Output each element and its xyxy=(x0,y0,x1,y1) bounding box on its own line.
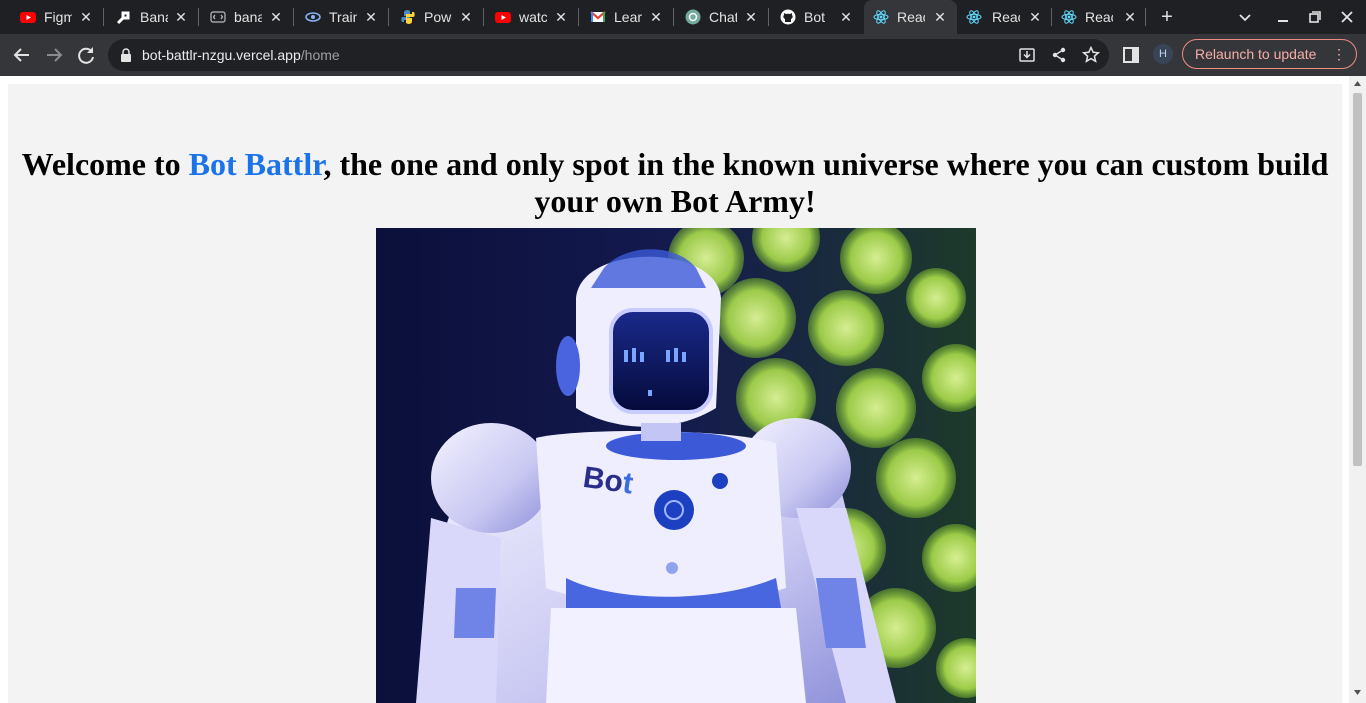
tab-search-chevron-icon[interactable] xyxy=(1234,6,1256,28)
react-icon xyxy=(1061,10,1077,24)
tab-title: Chat xyxy=(709,9,737,25)
url-host: bot-battlr-nzgu.vercel.app xyxy=(142,47,301,63)
side-panel-icon[interactable] xyxy=(1121,45,1141,65)
gmail-icon xyxy=(590,11,606,22)
bookmark-star-icon[interactable] xyxy=(1081,45,1101,65)
tab-strip: Figma ✕ Banana ✕ banana ✕ Train ✕ Power … xyxy=(0,0,1366,34)
relaunch-label: Relaunch to update xyxy=(1195,46,1317,62)
tab-banana[interactable]: Banana ✕ xyxy=(96,0,198,34)
scroll-up-arrow-icon[interactable] xyxy=(1353,79,1362,88)
banana-icon xyxy=(116,11,130,25)
close-tab-icon[interactable]: ✕ xyxy=(931,8,949,26)
react-icon xyxy=(966,10,982,24)
tab-bot[interactable]: Bot ✕ xyxy=(760,0,863,34)
close-tab-icon[interactable]: ✕ xyxy=(1026,8,1044,26)
tab-title: Learn xyxy=(614,9,642,25)
close-tab-icon[interactable]: ✕ xyxy=(552,8,570,26)
scroll-down-arrow-icon[interactable] xyxy=(1353,688,1362,697)
tab-react-2[interactable]: React ✕ xyxy=(957,0,1052,34)
tab-react-3[interactable]: React ✕ xyxy=(1052,0,1147,34)
close-tab-icon[interactable]: ✕ xyxy=(267,8,285,26)
chatgpt-icon xyxy=(685,9,701,25)
youtube-icon xyxy=(20,12,36,23)
tab-figma[interactable]: Figma ✕ xyxy=(0,0,103,34)
reload-icon[interactable] xyxy=(74,43,98,67)
eye-icon xyxy=(305,12,321,22)
forward-arrow-icon[interactable] xyxy=(42,43,66,67)
back-arrow-icon[interactable] xyxy=(10,43,34,67)
tab-react-active[interactable]: React ✕ xyxy=(864,0,957,34)
code-sandbox-icon xyxy=(210,11,226,23)
close-tab-icon[interactable]: ✕ xyxy=(457,8,475,26)
close-tab-icon[interactable]: ✕ xyxy=(172,8,190,26)
tab-chat[interactable]: Chat ✕ xyxy=(665,0,768,34)
tab-title: Figma xyxy=(44,9,72,25)
tab-banana-2[interactable]: banana ✕ xyxy=(190,0,293,34)
minimize-button[interactable] xyxy=(1272,6,1294,28)
close-tab-icon[interactable]: ✕ xyxy=(1121,8,1139,26)
tab-watch[interactable]: watch ✕ xyxy=(475,0,578,34)
lock-icon[interactable] xyxy=(120,48,132,62)
close-tab-icon[interactable]: ✕ xyxy=(77,8,95,26)
tab-title: watch xyxy=(519,9,547,25)
tab-title: Train xyxy=(329,9,357,25)
github-icon xyxy=(780,9,796,25)
close-tab-icon[interactable]: ✕ xyxy=(362,8,380,26)
relaunch-to-update-button[interactable]: Relaunch to update ⋮ xyxy=(1182,39,1357,69)
robot-hero-image: Bot xyxy=(376,228,976,703)
python-icon xyxy=(401,10,415,24)
youtube-icon xyxy=(495,12,511,23)
svg-text:Bot: Bot xyxy=(581,461,635,501)
close-tab-icon[interactable]: ✕ xyxy=(647,8,665,26)
tab-title: React xyxy=(992,9,1020,25)
tab-separator xyxy=(1145,8,1146,26)
page-scrollbar[interactable] xyxy=(1349,76,1366,703)
heading-suffix: , the one and only spot in the known uni… xyxy=(323,146,1329,219)
more-menu-icon[interactable]: ⋮ xyxy=(1332,40,1346,68)
close-tab-icon[interactable]: ✕ xyxy=(837,8,855,26)
address-bar[interactable]: bot-battlr-nzgu.vercel.app/home xyxy=(108,39,1109,71)
profile-avatar[interactable]: H xyxy=(1153,44,1173,64)
brand-name: Bot Battlr xyxy=(188,146,324,182)
home-container: Welcome to Bot Battlr, the one and only … xyxy=(8,84,1342,703)
close-window-button[interactable] xyxy=(1336,6,1358,28)
address-url[interactable]: bot-battlr-nzgu.vercel.app/home xyxy=(142,46,340,64)
page-viewport: Welcome to Bot Battlr, the one and only … xyxy=(0,76,1366,703)
tab-power[interactable]: Power ✕ xyxy=(380,0,483,34)
new-tab-button[interactable]: + xyxy=(1157,6,1177,28)
install-app-icon[interactable] xyxy=(1017,45,1037,65)
tab-title: banana xyxy=(234,9,262,25)
react-icon xyxy=(873,10,889,24)
scroll-thumb[interactable] xyxy=(1353,93,1362,466)
tab-title: React xyxy=(1085,9,1113,25)
heading-prefix: Welcome to xyxy=(21,146,189,182)
share-icon[interactable] xyxy=(1049,45,1069,65)
restore-button[interactable] xyxy=(1304,6,1326,28)
tab-title: React xyxy=(897,9,925,25)
tab-title: Power xyxy=(424,9,452,25)
url-path: /home xyxy=(300,47,340,63)
tab-train[interactable]: Train ✕ xyxy=(285,0,388,34)
close-tab-icon[interactable]: ✕ xyxy=(742,8,760,26)
tab-title: Bot xyxy=(804,9,826,25)
tab-learn[interactable]: Learn ✕ xyxy=(570,0,673,34)
welcome-heading: Welcome to Bot Battlr, the one and only … xyxy=(8,146,1342,220)
browser-toolbar: bot-battlr-nzgu.vercel.app/home H Relaun… xyxy=(0,34,1366,76)
tab-title: Banana xyxy=(140,9,168,25)
